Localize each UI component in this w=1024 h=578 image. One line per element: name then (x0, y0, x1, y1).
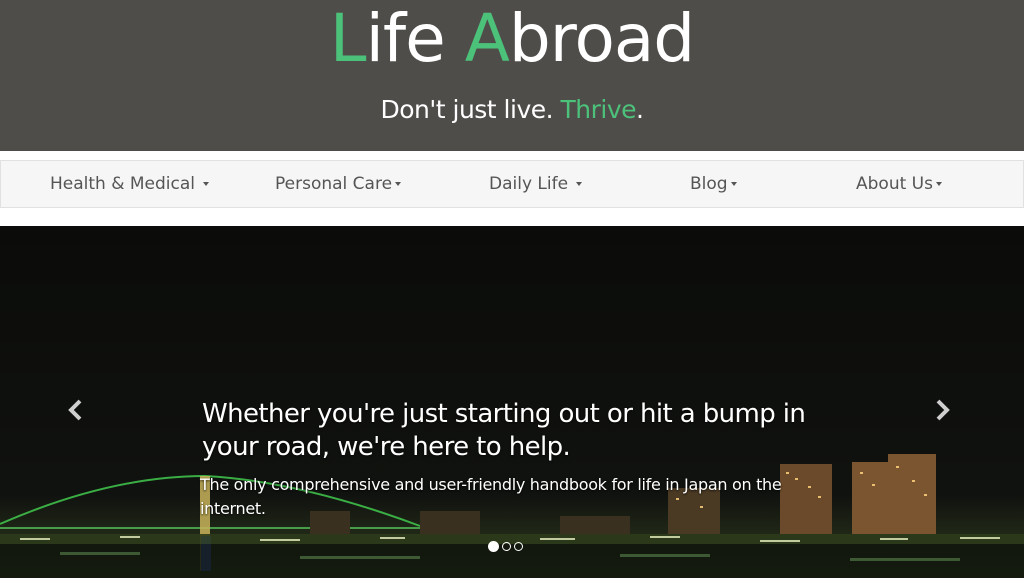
tagline-accent: Thrive (560, 95, 637, 124)
site-title[interactable]: Life Abroad (0, 0, 1024, 78)
caret-down-icon (730, 182, 737, 186)
carousel-indicator-3[interactable] (514, 542, 523, 551)
title-part-ife: ife (365, 0, 465, 77)
nav-item-health-medical[interactable]: Health & Medical (50, 161, 210, 207)
nav-item-about-us[interactable]: About Us (856, 161, 942, 207)
tagline-text: Don't just live. (380, 95, 561, 124)
carousel-indicators (488, 541, 523, 554)
nav-item-blog[interactable]: Blog (690, 161, 737, 207)
title-part-broad: broad (508, 0, 695, 77)
tagline-period: . (636, 95, 644, 124)
carousel-prev-button[interactable] (64, 398, 88, 422)
carousel-indicator-2[interactable] (502, 542, 511, 551)
carousel-heading: Whether you're just starting out or hit … (202, 399, 806, 462)
nav-item-daily-life[interactable]: Daily Life (489, 161, 583, 207)
carousel-next-button[interactable] (930, 398, 954, 422)
header-spacer (0, 151, 1024, 160)
carousel-subheading: The only comprehensive and user-friendly… (200, 475, 782, 518)
nav-label: Health & Medical (50, 174, 196, 194)
site-tagline: Don't just live. Thrive. (0, 92, 1024, 128)
nav-label: Daily Life (489, 174, 569, 194)
hero-carousel[interactable]: Whether you're just starting out or hit … (0, 226, 1024, 578)
caret-down-icon (576, 182, 583, 186)
nav-item-personal-care[interactable]: Personal Care (275, 161, 402, 207)
nav-label: Blog (690, 174, 728, 194)
title-letter-a: A (464, 0, 510, 77)
caret-down-icon (395, 182, 402, 186)
nav-spacer (0, 208, 1024, 226)
chevron-left-icon (68, 399, 82, 421)
nav-label: Personal Care (275, 174, 393, 194)
chevron-right-icon (936, 399, 950, 421)
main-navbar: Health & Medical Personal Care Daily Lif… (0, 160, 1024, 208)
caret-down-icon (203, 182, 210, 186)
title-letter-l: L (329, 0, 367, 77)
caret-down-icon (935, 182, 942, 186)
site-header: Life Abroad Don't just live. Thrive. (0, 0, 1024, 151)
nav-label: About Us (856, 174, 933, 194)
carousel-indicator-1[interactable] (488, 541, 499, 552)
